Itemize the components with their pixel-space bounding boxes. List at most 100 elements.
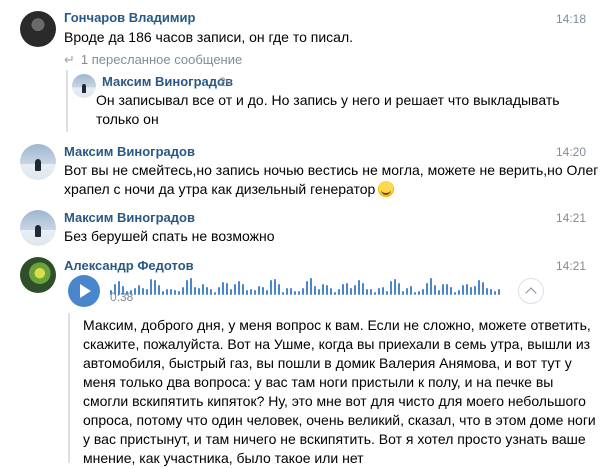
waveform-bar <box>230 289 232 295</box>
waveform-bar <box>142 288 144 295</box>
waveform-bar <box>270 280 272 295</box>
waveform-bar <box>222 282 224 295</box>
waveform-bar <box>198 288 200 295</box>
avatar[interactable] <box>20 144 56 180</box>
author-name[interactable]: Александр Федотов <box>64 258 194 273</box>
waveform-bar <box>174 290 176 295</box>
waveform-bar <box>274 279 276 295</box>
waveform-bar <box>206 287 208 295</box>
waveform-bar <box>386 291 388 295</box>
author-name[interactable]: Максим Виноградов <box>64 144 195 159</box>
waveform-bar <box>138 285 140 295</box>
waveform-bar <box>134 288 136 295</box>
rofl-emoji-icon <box>378 181 395 197</box>
waveform-bar <box>362 283 364 295</box>
forwarded-text-line: только он <box>96 111 159 127</box>
waveform-bar <box>186 280 188 295</box>
waveform-bar <box>318 289 320 295</box>
waveform-bar <box>162 291 164 295</box>
collapse-transcript-button[interactable] <box>518 278 544 304</box>
waveform-bar <box>170 289 172 295</box>
waveform-bar <box>378 288 380 295</box>
forwarded-label[interactable]: ↵ 1 пересланное сообщение <box>64 52 242 68</box>
waveform-bar <box>414 292 416 295</box>
waveform-bar <box>234 284 236 295</box>
message-time[interactable]: 14:21 <box>556 259 586 273</box>
voice-waveform[interactable] <box>110 275 502 295</box>
waveform-bar <box>358 280 360 295</box>
waveform-bar <box>346 283 348 295</box>
forwarded-avatar[interactable] <box>72 74 96 98</box>
waveform-bar <box>202 284 204 295</box>
waveform-bar <box>190 278 192 295</box>
transcript-line: мнение, как участника, было такое или не… <box>83 450 364 466</box>
waveform-bar <box>478 280 480 295</box>
waveform-bar <box>446 284 448 295</box>
waveform-bar <box>406 288 408 295</box>
transcript-line: меня только два вопроса: у вас там ноги … <box>83 374 554 390</box>
waveform-bar <box>486 288 488 295</box>
forwarded-time[interactable]: 2ч <box>219 75 232 89</box>
waveform-bar <box>370 289 372 295</box>
waveform-bar <box>438 290 440 295</box>
waveform-bar <box>262 287 264 295</box>
waveform-bar <box>338 289 340 295</box>
message: Максим Виноградов 14:20 Вот вы не смейте… <box>0 140 600 202</box>
waveform-bar <box>294 291 296 295</box>
waveform-bar <box>306 281 308 295</box>
waveform-bar <box>254 290 256 295</box>
waveform-bar <box>226 283 228 295</box>
message-time[interactable]: 14:18 <box>556 12 586 26</box>
waveform-bar <box>154 280 156 295</box>
message-text: Вот вы не смейтесь,но запись ночью вести… <box>64 162 599 178</box>
avatar[interactable] <box>20 210 56 246</box>
transcript-line: смогли вскипятить кипяток? Ну, это мне в… <box>83 393 586 409</box>
avatar[interactable] <box>20 257 56 293</box>
waveform-bar <box>310 278 312 295</box>
waveform-bar <box>326 285 328 295</box>
waveform-bar <box>146 289 148 295</box>
waveform-bar <box>214 292 216 295</box>
message-time[interactable]: 14:20 <box>556 145 586 159</box>
waveform-bar <box>322 284 324 295</box>
waveform-bar <box>450 287 452 295</box>
waveform-bar <box>302 288 304 295</box>
waveform-bar <box>246 290 248 295</box>
waveform-bar <box>398 283 400 295</box>
message-text: Вроде да 186 часов записи, он где то пис… <box>64 29 354 45</box>
waveform-bar <box>374 292 376 295</box>
message-text: Без берушей спать не возможно <box>64 228 275 244</box>
waveform-bar <box>194 287 196 295</box>
waveform-bar <box>494 291 496 295</box>
author-name[interactable]: Гончаров Владимир <box>64 10 195 25</box>
message: Гончаров Владимир 14:18 Вроде да 186 час… <box>0 0 600 140</box>
waveform-bar <box>430 278 432 295</box>
forwarded-author-name[interactable]: Максим Виноградов <box>102 74 233 89</box>
waveform-bar <box>422 289 424 295</box>
transcript-line: скажите, пожалуйста. Вот на Ушме, когда … <box>83 336 591 352</box>
waveform-bar <box>394 279 396 295</box>
forward-quote-bar <box>66 70 68 132</box>
author-name[interactable]: Максим Виноградов <box>64 210 195 225</box>
waveform-bar <box>402 291 404 295</box>
forward-arrow-icon: ↵ <box>64 52 75 67</box>
waveform-bar <box>290 288 292 295</box>
forwarded-text-line: Он записывал все от и до. Но запись у не… <box>96 92 560 108</box>
waveform-bar <box>498 289 500 295</box>
avatar[interactable] <box>20 11 56 47</box>
message-time[interactable]: 14:21 <box>556 211 586 225</box>
voice-duration: 0:38 <box>110 290 134 304</box>
waveform-bar <box>314 286 316 295</box>
waveform-bar <box>158 285 160 295</box>
waveform-bar <box>390 281 392 295</box>
transcript-line: у вас пристынут, и там ничего не вскипят… <box>83 431 586 447</box>
waveform-bar <box>182 287 184 295</box>
waveform-bar <box>466 284 468 295</box>
waveform-bar <box>350 288 352 295</box>
waveform-bar <box>258 286 260 295</box>
waveform-bar <box>474 286 476 295</box>
waveform-bar <box>410 286 412 295</box>
message: Максим Виноградов 14:21 Без берушей спат… <box>0 205 600 255</box>
waveform-bar <box>218 287 220 295</box>
play-button[interactable] <box>68 275 100 307</box>
